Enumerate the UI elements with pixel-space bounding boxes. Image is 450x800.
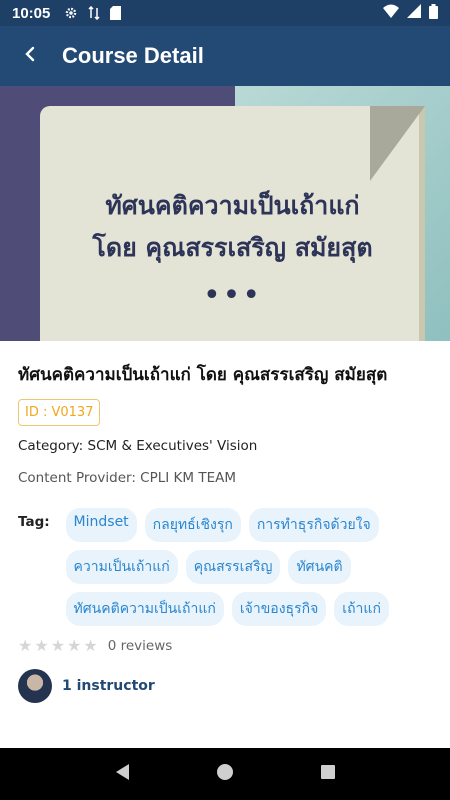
tag-chip[interactable]: ทัศนคติความเป็นเถ้าแก่ (65, 592, 224, 626)
star-icon: ★ (18, 636, 33, 655)
banner-paper-fold (370, 106, 425, 181)
course-category: Category: SCM & Executives' Vision (18, 438, 258, 454)
tag-chip[interactable]: ทัศนคติ (288, 550, 351, 584)
review-count: 0 reviews (107, 637, 173, 654)
banner-dots: ••• (202, 278, 263, 313)
tag-chip[interactable]: กลยุทธ์เชิงรุก (144, 508, 241, 542)
nav-back-button[interactable] (102, 754, 142, 794)
instructor-count: 1 instructor (62, 678, 155, 694)
tag-chip[interactable]: Mindset (65, 508, 137, 542)
star-icon: ★ (83, 636, 98, 655)
circle-home-icon (216, 763, 234, 785)
data-arrows-icon (88, 6, 100, 20)
page-title: Course Detail (62, 43, 204, 68)
tag-chip[interactable]: คุณสรรเสริญ (185, 550, 281, 584)
star-icon: ★ (67, 636, 82, 655)
tags-section: Tag: Mindset กลยุทธ์เชิงรุก การทำธุรกิจด… (18, 508, 432, 626)
back-button[interactable] (0, 26, 60, 86)
triangle-back-icon (114, 763, 130, 785)
nav-recents-button[interactable] (308, 754, 348, 794)
nav-home-button[interactable] (205, 754, 245, 794)
star-icon: ★ (34, 636, 49, 655)
wifi-icon (383, 4, 399, 22)
tag-chip[interactable]: เจ้าของธุรกิจ (231, 592, 327, 626)
system-nav-bar (0, 748, 450, 800)
tag-chip[interactable]: เถ้าแก่ (334, 592, 389, 626)
banner-line-2: โดย คุณสรรเสริญ สมัยสุต (92, 233, 373, 262)
signal-icon (407, 4, 421, 22)
banner-line-1: ทัศนคติความเป็นเถ้าแก่ (105, 191, 360, 220)
gear-icon (64, 6, 78, 20)
status-bar: 10:05 (0, 0, 450, 26)
content-provider: Content Provider: CPLI KM TEAM (18, 470, 236, 486)
chevron-left-icon (23, 46, 37, 66)
tag-chip[interactable]: ความเป็นเถ้าแก่ (65, 550, 178, 584)
course-detail-content: ทัศนคติความเป็นเถ้าแก่ โดย คุณสรรเสริญ ส… (0, 341, 450, 748)
instructor-avatar (18, 669, 52, 703)
tag-list: Mindset กลยุทธ์เชิงรุก การทำธุรกิจด้วยใจ… (65, 508, 432, 626)
battery-icon (429, 3, 438, 23)
instructor-row[interactable]: 1 instructor (18, 669, 432, 703)
square-recents-icon (320, 764, 336, 784)
tag-chip[interactable]: การทำธุรกิจด้วยใจ (248, 508, 379, 542)
sd-card-icon (110, 6, 122, 20)
status-time: 10:05 (12, 4, 51, 22)
course-id-badge: ID : V0137 (18, 399, 101, 426)
course-title: ทัศนคติความเป็นเถ้าแก่ โดย คุณสรรเสริญ ส… (18, 365, 388, 385)
rating-row: ★ ★ ★ ★ ★ 0 reviews (18, 636, 432, 655)
star-icon: ★ (50, 636, 66, 655)
course-banner: ทัศนคติความเป็นเถ้าแก่ โดย คุณสรรเสริญ ส… (0, 86, 450, 341)
tags-label: Tag: (18, 514, 50, 530)
app-bar: Course Detail (0, 26, 450, 86)
